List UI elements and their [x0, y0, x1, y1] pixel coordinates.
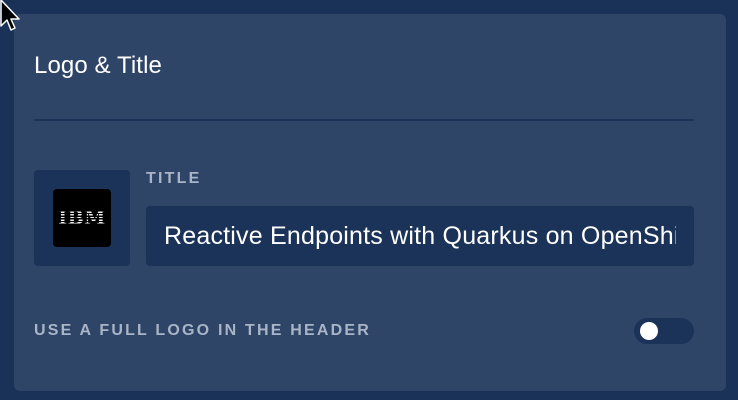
- full-logo-toggle[interactable]: [634, 318, 694, 344]
- full-logo-toggle-label: USE A FULL LOGO IN THE HEADER: [34, 322, 371, 339]
- logo-text: IBM: [58, 206, 106, 229]
- panel-title: Logo & Title: [34, 52, 162, 79]
- logo-title-panel: Logo & Title IBM TITLE USE A FULL LOGO I…: [14, 14, 726, 391]
- title-input[interactable]: [146, 206, 694, 266]
- mouse-pointer-icon: [0, 0, 20, 31]
- divider: [34, 119, 694, 121]
- toggle-knob: [640, 322, 658, 340]
- title-field-label: TITLE: [146, 170, 202, 187]
- logo-upload-button[interactable]: IBM: [34, 170, 130, 266]
- ibm-logo-icon: IBM: [53, 189, 111, 247]
